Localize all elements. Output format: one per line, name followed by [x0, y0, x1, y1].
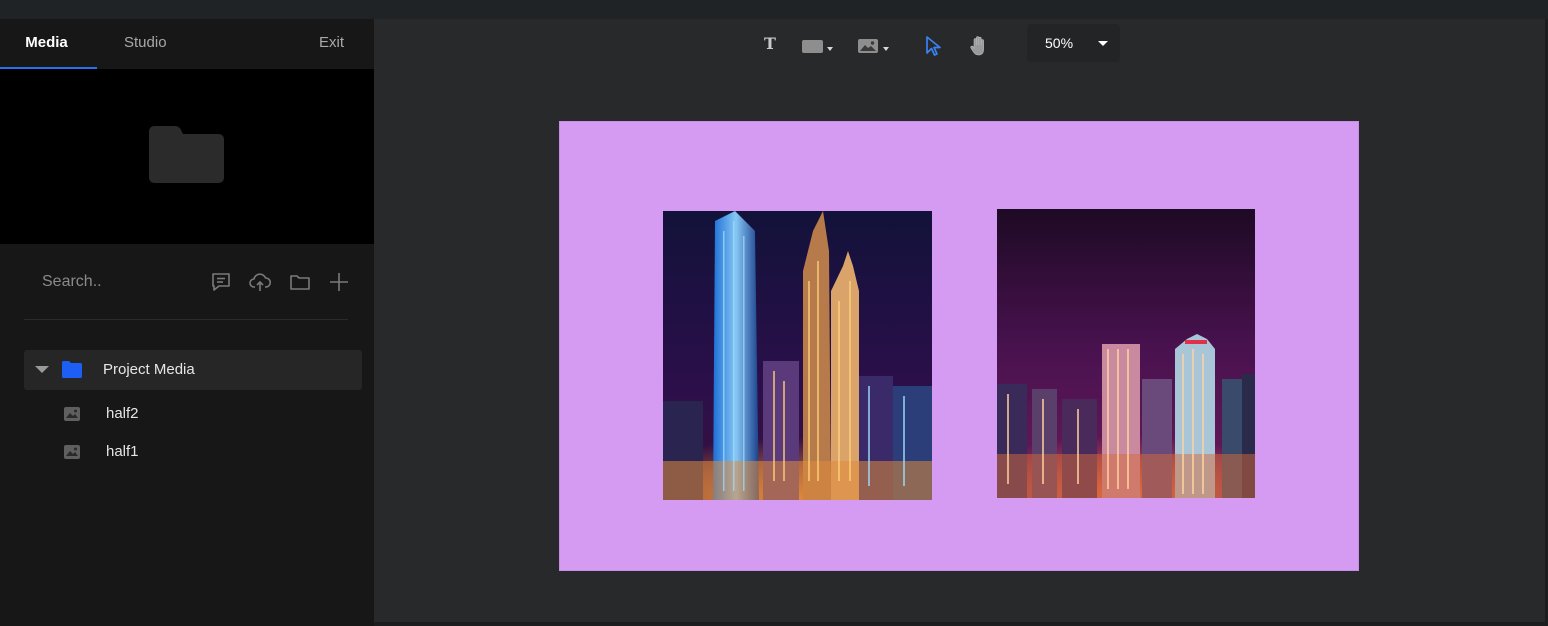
- image-tool-icon[interactable]: [858, 38, 894, 54]
- search-input[interactable]: [24, 262, 194, 302]
- city-skyline-image: [663, 211, 932, 500]
- chevron-down-icon[interactable]: [35, 366, 49, 373]
- tree-item-label: half1: [106, 443, 139, 460]
- canvas-image-half2[interactable]: [997, 209, 1255, 498]
- zoom-level: 50%: [1045, 35, 1074, 51]
- comment-icon[interactable]: [209, 270, 233, 294]
- editor-area: T 50%: [374, 19, 1545, 622]
- divider: [24, 319, 348, 320]
- tree-folder-label: Project Media: [103, 361, 195, 378]
- app-window: Media Studio Exit Search.. Project Media…: [0, 0, 1548, 626]
- tree-item-label: half2: [106, 405, 139, 422]
- window-edge: [374, 622, 1545, 626]
- design-canvas[interactable]: [559, 121, 1359, 571]
- search-row: [24, 262, 350, 302]
- image-icon: [64, 445, 80, 459]
- new-folder-icon[interactable]: [288, 270, 312, 294]
- chevron-down-icon[interactable]: [1098, 41, 1108, 46]
- folder-icon: [149, 126, 224, 183]
- tab-studio[interactable]: Studio: [124, 19, 167, 69]
- plus-icon[interactable]: [327, 270, 351, 294]
- image-icon: [64, 407, 80, 421]
- tree-item-half2[interactable]: half2: [24, 396, 362, 432]
- tree-folder-project-media[interactable]: Project Media: [24, 350, 362, 390]
- media-preview: [0, 69, 374, 244]
- rectangle-tool-icon[interactable]: [802, 38, 838, 54]
- hand-icon[interactable]: [969, 35, 989, 57]
- city-skyline-image: [997, 209, 1255, 498]
- title-bar: [0, 0, 1548, 19]
- tab-media[interactable]: Media: [0, 19, 97, 69]
- canvas-image-half1[interactable]: [663, 211, 932, 500]
- pointer-icon[interactable]: [925, 35, 943, 57]
- tree-item-half1[interactable]: half1: [24, 434, 362, 470]
- sidebar-tabs: Media Studio Exit: [0, 19, 374, 69]
- folder-icon: [62, 361, 82, 378]
- exit-button[interactable]: Exit: [319, 19, 344, 69]
- zoom-dropdown[interactable]: 50%: [1027, 24, 1120, 62]
- media-sidebar: Media Studio Exit Search.. Project Media…: [0, 19, 374, 626]
- cloud-upload-icon[interactable]: [248, 270, 272, 294]
- text-tool-icon[interactable]: T: [764, 34, 776, 53]
